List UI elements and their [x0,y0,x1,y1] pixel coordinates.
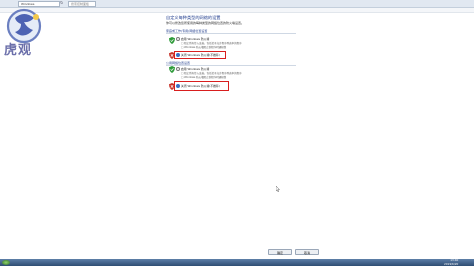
option-label: Windows 防火墙阻止新程序时通知我 [184,76,227,79]
section-divider [166,65,296,66]
radio-button[interactable] [176,67,180,71]
radio-disable-firewall-home[interactable]: 关闭 Windows 防火墙(不推荐) [176,53,220,57]
cancel-button[interactable]: 取消 [295,249,319,255]
mouse-cursor-icon [276,186,280,192]
radio-button[interactable] [176,37,180,41]
checkbox-notify-home[interactable]: □ Windows 防火墙阻止新程序时通知我 [181,45,226,49]
checkbox-notify-public[interactable]: □ Windows 防火墙阻止新程序时通知我 [181,75,226,79]
ok-button[interactable]: 确定 [268,249,292,255]
address-text: Windows [21,2,35,6]
section-divider [166,33,296,34]
option-label: 关闭 Windows 防火墙(不推荐) [181,84,220,88]
taskbar [0,259,474,266]
address-bar[interactable]: Windows [18,1,60,7]
tray-date: 2019/6/20 [444,261,459,266]
option-label: Windows 防火墙阻止新程序时通知我 [184,46,227,49]
radio-button-selected[interactable] [176,84,180,88]
shield-on-icon [169,37,175,44]
tray-clock[interactable]: 13:40 2019/6/20 [444,258,459,266]
page-subtitle: 你可以修改您所使用的每种类型的网络位置的防火墙设置。 [166,21,245,25]
menu-bar [0,8,474,13]
radio-button-selected[interactable] [176,53,180,57]
option-label: 关闭 Windows 防火墙(不推荐) [181,53,220,57]
refresh-icon[interactable]: ↻ [60,1,63,5]
logo-text: 虎观 [4,43,33,58]
shield-on-icon [169,66,175,73]
search-input[interactable]: 搜索控制面板 [68,1,96,7]
start-button[interactable] [2,260,10,265]
radio-disable-firewall-public[interactable]: 关闭 Windows 防火墙(不推荐) [176,84,220,88]
